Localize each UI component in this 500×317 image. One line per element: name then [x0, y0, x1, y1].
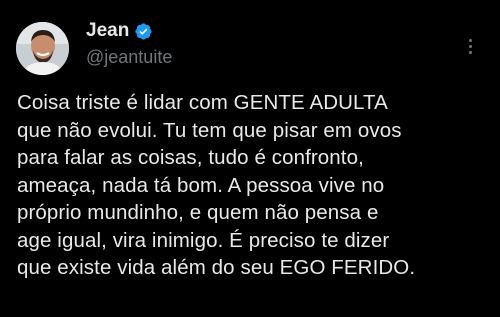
tweet-text: Coisa triste é lidar com GENTE ADULTA qu…	[17, 91, 416, 279]
more-dot	[468, 44, 472, 48]
avatar[interactable]	[16, 22, 69, 75]
author-name-row: Jean	[86, 20, 153, 42]
more-dot	[468, 50, 472, 54]
author-handle[interactable]: @jeantuite	[86, 47, 172, 68]
more-options-icon[interactable]	[460, 36, 480, 56]
avatar-photo	[16, 22, 69, 75]
tweet: Jean @jeantuite Coisa triste é lidar com…	[0, 0, 500, 317]
verified-badge-icon	[134, 22, 153, 41]
more-dot	[468, 38, 472, 42]
author-display-name[interactable]: Jean	[86, 20, 129, 42]
